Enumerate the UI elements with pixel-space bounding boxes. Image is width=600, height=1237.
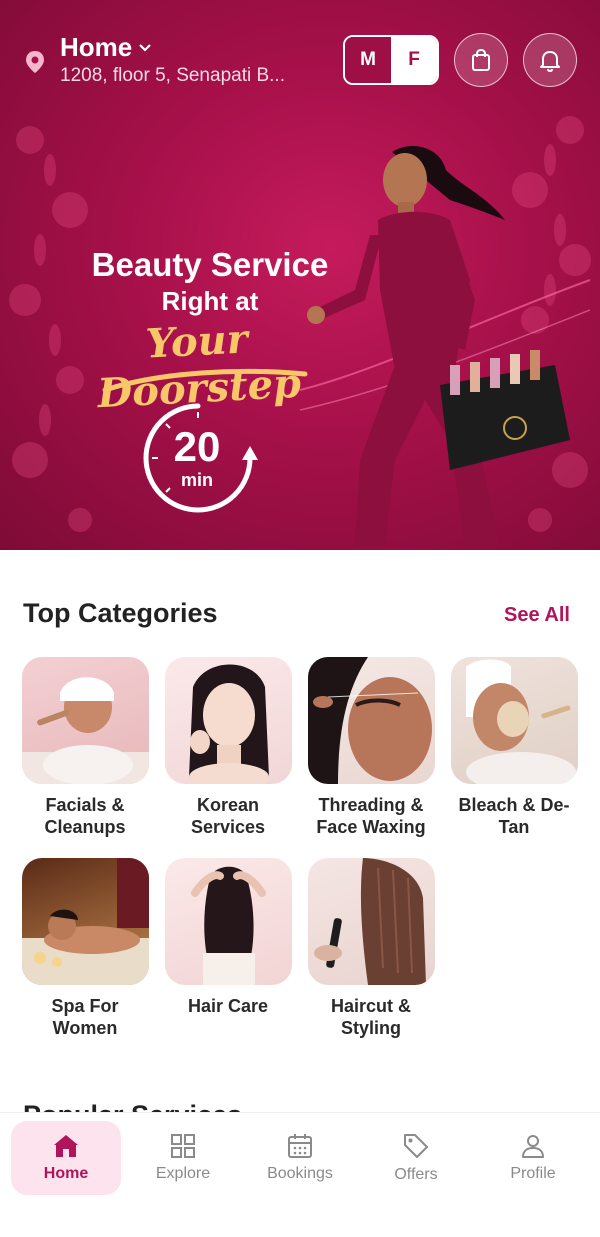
nav-item-home[interactable]: Home <box>11 1121 121 1195</box>
top-bar: Home 1208, floor 5, Senapati B... M F <box>0 30 600 90</box>
chevron-down-icon <box>139 43 152 52</box>
category-haircut-styling[interactable]: Haircut & Styling <box>306 858 436 1039</box>
notifications-button[interactable] <box>523 33 577 87</box>
category-image <box>21 858 149 985</box>
section-title-top-categories: Top Categories <box>23 598 218 628</box>
category-image <box>450 657 578 784</box>
category-korean-services[interactable]: Korean Services <box>163 657 293 838</box>
category-image <box>21 657 149 784</box>
category-image <box>164 858 292 985</box>
bell-icon <box>540 51 560 72</box>
swoosh-decoration <box>102 368 308 393</box>
nav-label: Bookings <box>267 1165 333 1182</box>
nav-item-explore[interactable]: Explore <box>128 1121 238 1195</box>
nav-item-profile[interactable]: Profile <box>478 1121 588 1195</box>
category-hair-care[interactable]: Hair Care <box>163 858 293 1017</box>
category-label: Facials & Cleanups <box>44 795 126 837</box>
nav-label: Offers <box>394 1166 438 1183</box>
see-all-link[interactable]: See All <box>504 604 570 627</box>
category-threading-face-waxing[interactable]: Threading & Face Waxing <box>306 657 436 838</box>
hero-banner[interactable]: Home 1208, floor 5, Senapati B... M F Be… <box>0 0 600 550</box>
nav-label: Explore <box>155 1165 211 1182</box>
tag-icon <box>404 1134 428 1158</box>
category-label: Bleach & De-Tan <box>458 795 570 837</box>
location-selector[interactable]: Home <box>60 32 152 63</box>
timer-unit: min <box>180 470 213 490</box>
category-image <box>164 657 292 784</box>
category-image <box>307 657 435 784</box>
nav-item-offers[interactable]: Offers <box>361 1121 471 1195</box>
bottom-navigation: Home Explore Bookings Offers Profile <box>0 1112 600 1237</box>
location-pin-icon[interactable] <box>24 50 46 74</box>
nav-label: Profile <box>510 1165 556 1182</box>
home-icon <box>54 1135 78 1157</box>
location-title: Home <box>60 32 133 62</box>
gender-option-male[interactable]: M <box>345 37 391 83</box>
shopping-bag-icon <box>472 48 490 71</box>
grid-icon <box>171 1134 195 1158</box>
category-image <box>307 858 435 985</box>
location-address[interactable]: 1208, floor 5, Senapati B... <box>60 65 285 87</box>
category-label: Haircut & Styling <box>330 996 411 1038</box>
gender-toggle[interactable]: M F <box>343 35 439 85</box>
calendar-icon <box>288 1134 312 1158</box>
category-label: Hair Care <box>187 996 269 1016</box>
category-label: Threading & Face Waxing <box>316 795 426 837</box>
category-label: Korean Services <box>190 795 266 837</box>
cart-button[interactable] <box>454 33 508 87</box>
category-spa-for-women[interactable]: Spa For Women <box>20 858 150 1039</box>
nav-label: Home <box>43 1165 89 1182</box>
user-icon <box>522 1135 544 1158</box>
gender-option-female[interactable]: F <box>391 37 437 83</box>
category-facials-cleanups[interactable]: Facials & Cleanups <box>20 657 150 838</box>
beautician-illustration <box>300 146 590 545</box>
category-bleach-de-tan[interactable]: Bleach & De-Tan <box>449 657 579 838</box>
nav-item-bookings[interactable]: Bookings <box>245 1121 355 1195</box>
category-label: Spa For Women <box>51 996 119 1038</box>
timer-value: 20 <box>173 423 221 470</box>
